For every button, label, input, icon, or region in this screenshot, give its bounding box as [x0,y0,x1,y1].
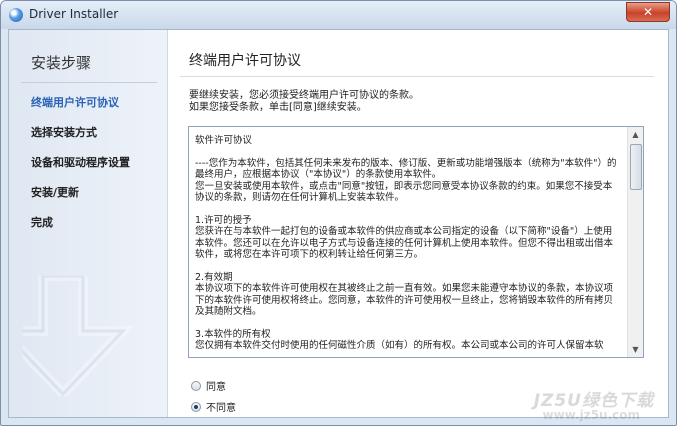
disagree-radio[interactable] [191,401,201,412]
license-text-area[interactable]: 软件许可协议 ----您作为本软件，包括其任何未来发布的版本、修订版、更新或功能… [188,126,644,358]
main-panel: 终端用户许可协议 要继续安装，您必须接受终端用户许可协议的条款。 如果您接受条款… [168,30,668,422]
step-install-method: 选择安装方式 [31,126,97,139]
client-area: 安装步骤 终端用户许可协议 选择安装方式 设备和驱动程序设置 安装/更新 完成 … [8,29,669,422]
scroll-down-arrow-icon[interactable]: ▼ [628,342,643,357]
license-paragraph: ----您作为本软件，包括其任何未来发布的版本、修订版、更新或功能增强版本（统称… [195,157,617,204]
disagree-label[interactable]: 不同意 [206,399,236,414]
header-divider [180,76,654,77]
agree-radio[interactable] [191,380,201,391]
steps-sidebar: 安装步骤 终端用户许可协议 选择安装方式 设备和驱动程序设置 安装/更新 完成 [9,30,168,417]
license-heading: 软件许可协议 [195,135,253,146]
license-paragraph: 2.有效期 本协议项下的本软件许可使用权在其被终止之前一直有效。如果您未能遵守本… [195,271,614,318]
sidebar-title: 安装步骤 [31,54,92,72]
close-button[interactable]: ✕ [626,2,670,22]
step-install-update: 安装/更新 [31,186,80,199]
title-bar[interactable]: Driver Installer ✕ [1,1,676,29]
step-device-driver-settings: 设备和驱动程序设置 [31,156,130,169]
app-icon [9,8,23,22]
page-title: 终端用户许可协议 [189,53,301,69]
arrow-watermark-icon [23,276,133,396]
license-scrollbar[interactable]: ▲ ▼ [627,127,643,357]
window-title: Driver Installer [29,7,119,21]
scroll-thumb[interactable] [630,144,642,190]
step-finish: 完成 [31,216,53,229]
license-paragraph: 3.本软件的所有权 您仅拥有本软件交付时使用的任何磁性介质（如有）的所有权。本公… [195,328,604,352]
intro-text: 要继续安装，您必须接受终端用户许可协议的条款。 如果您接受条款，单击[同意]继续… [189,90,419,114]
agree-label[interactable]: 同意 [206,378,226,393]
intro-line-1: 要继续安装，您必须接受终端用户许可协议的条款。 [189,90,419,101]
site-watermark-url: www.jz5u.com [542,408,640,422]
license-paragraph: 1.许可的授予 您获许在与本软件一起打包的设备或本软件的供应商或本公司指定的设备… [195,214,614,261]
scroll-up-arrow-icon[interactable]: ▲ [628,127,643,142]
step-eula: 终端用户许可协议 [31,96,119,109]
agree-option[interactable]: 同意 [191,378,226,393]
disagree-option[interactable]: 不同意 [191,399,236,414]
installer-window: Driver Installer ✕ 安装步骤 终端用户许可协议 选择安装方式 … [0,0,677,426]
intro-line-2: 如果您接受条款，单击[同意]继续安装。 [189,102,367,113]
license-text: 软件许可协议 ----您作为本软件，包括其任何未来发布的版本、修订版、更新或功能… [195,135,619,357]
sidebar-divider [21,82,157,83]
